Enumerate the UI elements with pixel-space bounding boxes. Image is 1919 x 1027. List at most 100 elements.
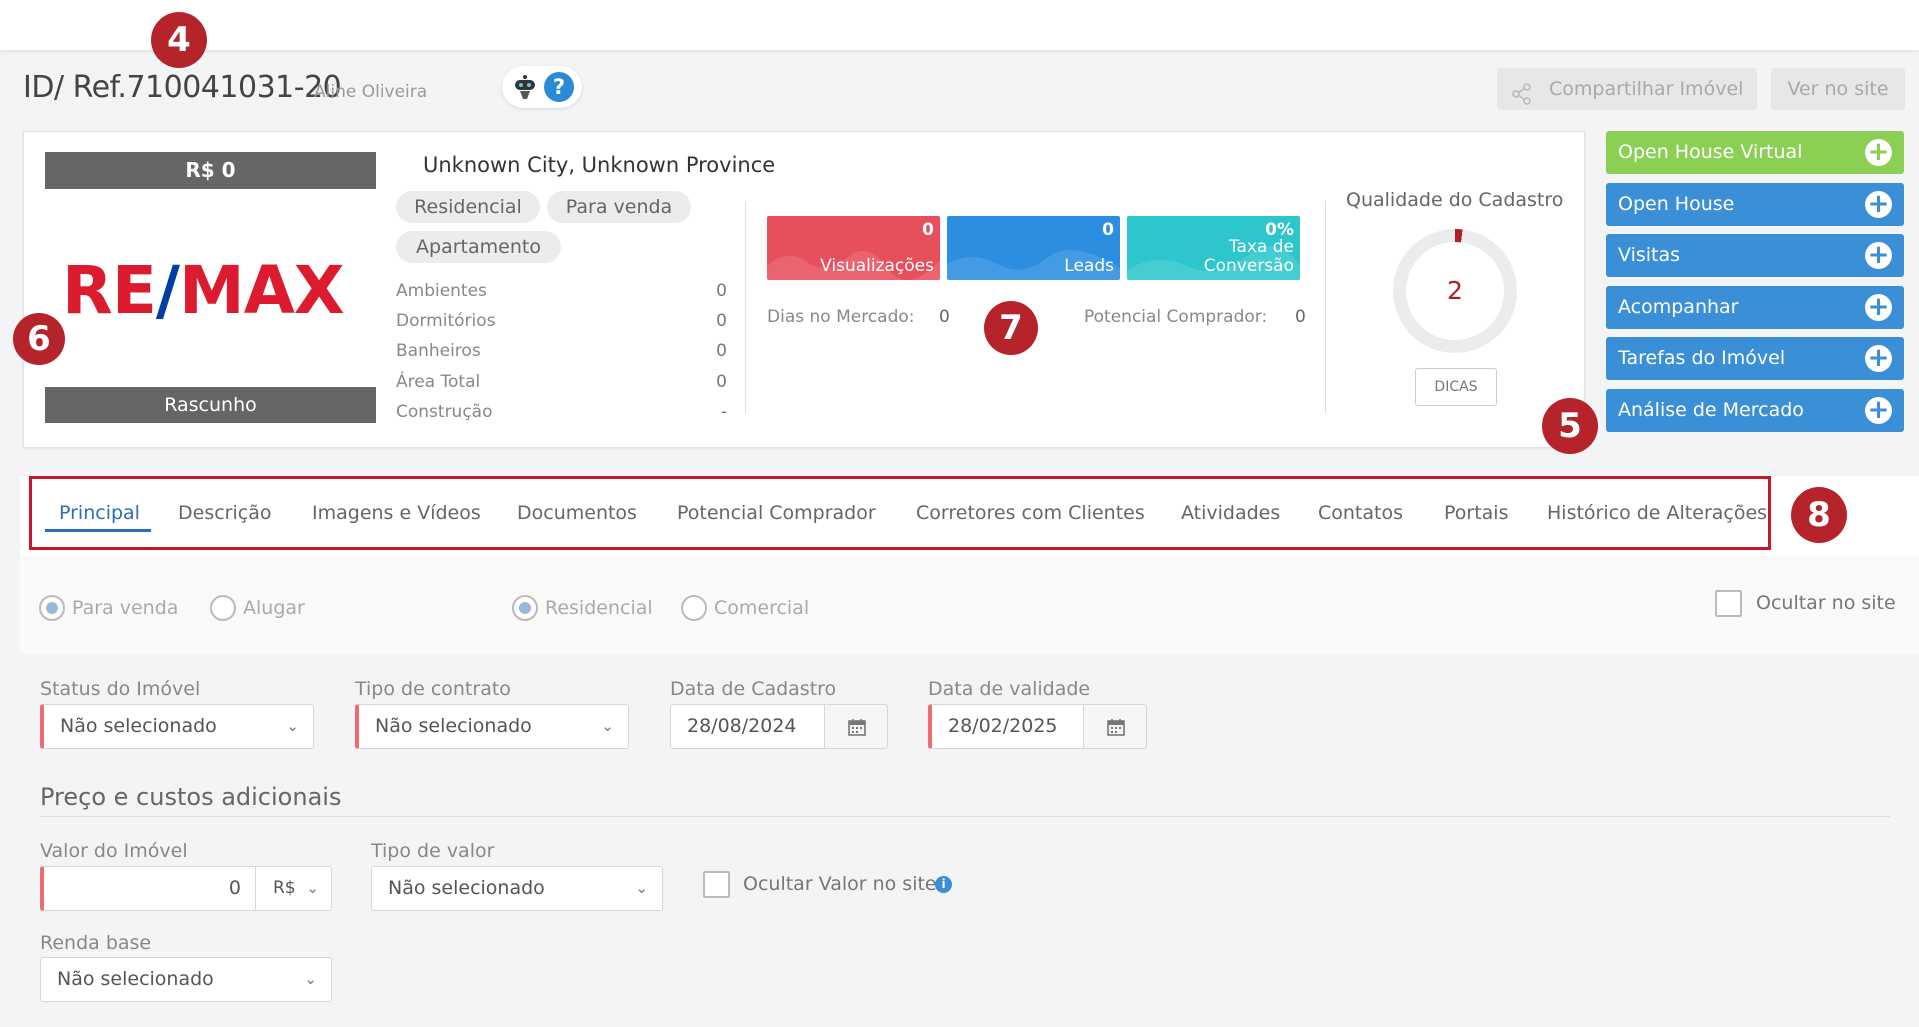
calendar-icon: [848, 719, 866, 736]
share-property-button[interactable]: Compartilhar Imóvel: [1497, 68, 1757, 110]
active-tab-underline: [45, 529, 151, 532]
register-date-label: Data de Cadastro: [670, 678, 837, 700]
follow-button[interactable]: Acompanhar +: [1606, 286, 1904, 329]
market-analysis-label: Análise de Mercado: [1618, 399, 1804, 421]
potential-buyer-value: 0: [1295, 307, 1306, 327]
quality-title: Qualidade do Cadastro: [1346, 189, 1564, 211]
tab-atividades[interactable]: Atividades: [1181, 502, 1280, 524]
detail-value-dormitorios: 0: [716, 311, 727, 331]
open-house-virtual-label: Open House Virtual: [1618, 141, 1803, 163]
value-type-label: Tipo de valor: [371, 840, 495, 862]
stat-views-value: 0: [922, 220, 934, 240]
tab-descricao[interactable]: Descrição: [178, 502, 271, 524]
chevron-down-icon: ⌄: [286, 717, 299, 735]
annotation-badge: 5: [1542, 398, 1598, 454]
share-property-label: Compartilhar Imóvel: [1549, 78, 1744, 100]
contract-type-select-value: Não selecionado: [375, 715, 532, 737]
register-date-input[interactable]: 28/08/2024: [670, 704, 825, 749]
plus-icon: +: [1865, 345, 1892, 372]
tag-residencial: Residencial: [396, 191, 540, 223]
chevron-down-icon: ⌄: [635, 879, 648, 897]
tab-contatos[interactable]: Contatos: [1318, 502, 1403, 524]
calendar-icon: [1107, 719, 1125, 736]
days-on-market-value: 0: [939, 307, 950, 327]
status-select-value: Não selecionado: [60, 715, 217, 737]
tips-button[interactable]: DICAS: [1415, 368, 1497, 406]
robot-icon[interactable]: [512, 74, 538, 102]
annotation-badge: 8: [1791, 487, 1847, 543]
hide-on-site-label: Ocultar no site: [1756, 592, 1896, 614]
annotation-badge: 6: [13, 313, 65, 365]
potential-buyer-label: Potencial Comprador:: [1084, 307, 1268, 327]
radio-alugar[interactable]: [210, 595, 236, 621]
agent-name: Aline Oliveira: [314, 82, 428, 102]
property-value-input[interactable]: 0: [40, 866, 256, 911]
hide-value-checkbox[interactable]: [703, 871, 730, 898]
plus-icon: +: [1865, 294, 1892, 321]
section-divider: [40, 816, 1890, 817]
detail-label-area-total: Área Total: [396, 372, 481, 392]
base-income-select[interactable]: Não selecionado ⌄: [40, 957, 332, 1002]
radio-comercial[interactable]: [681, 595, 707, 621]
status-select[interactable]: Não selecionado ⌄: [40, 704, 314, 749]
stat-leads-value: 0: [1102, 220, 1114, 240]
chevron-down-icon: ⌄: [306, 879, 319, 897]
register-date-calendar-button[interactable]: [824, 704, 888, 749]
visits-button[interactable]: Visitas +: [1606, 234, 1904, 277]
tab-corretores-clientes[interactable]: Corretores com Clientes: [916, 502, 1145, 524]
property-value-label: Valor do Imóvel: [40, 840, 188, 862]
detail-label-construcao: Construção: [396, 402, 493, 422]
plus-icon: +: [1865, 397, 1892, 424]
tab-principal[interactable]: Principal: [59, 502, 140, 524]
share-icon: [1511, 78, 1533, 105]
help-question-icon[interactable]: ?: [544, 72, 574, 102]
stat-leads: 0 Leads: [947, 216, 1120, 280]
value-type-select[interactable]: Não selecionado ⌄: [371, 866, 663, 911]
tab-imagens-videos[interactable]: Imagens e Vídeos: [312, 502, 481, 524]
hide-on-site-checkbox[interactable]: [1715, 590, 1742, 617]
stat-conversion: 0% Taxa de Conversão: [1127, 216, 1300, 280]
validity-date-value: 28/02/2025: [948, 715, 1058, 737]
open-house-virtual-button[interactable]: Open House Virtual +: [1606, 131, 1904, 174]
radio-residencial-label: Residencial: [545, 597, 653, 619]
price-bar: R$ 0: [45, 152, 376, 189]
open-house-button[interactable]: Open House +: [1606, 183, 1904, 226]
status-bar: Rascunho: [45, 387, 376, 423]
detail-value-area-total: 0: [716, 372, 727, 392]
validity-date-calendar-button[interactable]: [1083, 704, 1147, 749]
tab-historico-alteracoes[interactable]: Histórico de Alterações: [1547, 502, 1767, 524]
divider: [745, 201, 746, 413]
radio-para-venda[interactable]: [39, 595, 65, 621]
validity-date-input[interactable]: 28/02/2025: [928, 704, 1084, 749]
detail-label-dormitorios: Dormitórios: [396, 311, 496, 331]
property-tasks-button[interactable]: Tarefas do Imóvel +: [1606, 337, 1904, 380]
price-section-title: Preço e custos adicionais: [40, 783, 342, 811]
detail-value-banheiros: 0: [716, 341, 727, 361]
view-on-site-button[interactable]: Ver no site: [1771, 68, 1905, 110]
register-date-value: 28/08/2024: [687, 715, 797, 737]
market-analysis-button[interactable]: Análise de Mercado +: [1606, 389, 1904, 432]
tag-apartamento: Apartamento: [396, 231, 561, 263]
tab-potencial-comprador[interactable]: Potencial Comprador: [677, 502, 876, 524]
stat-views-label: Visualizações: [820, 256, 934, 276]
plus-icon: +: [1865, 139, 1892, 166]
radio-residencial[interactable]: [512, 595, 538, 621]
logo-slash-text: /: [155, 252, 180, 329]
detail-label-ambientes: Ambientes: [396, 281, 487, 301]
property-ref-title: ID/ Ref.710041031-20: [23, 70, 342, 105]
annotation-badge: 4: [151, 12, 207, 68]
contract-type-label: Tipo de contrato: [355, 678, 511, 700]
contract-type-select[interactable]: Não selecionado ⌄: [355, 704, 629, 749]
tab-portais[interactable]: Portais: [1444, 502, 1509, 524]
info-icon[interactable]: i: [935, 876, 952, 893]
detail-value-construcao: -: [720, 402, 727, 422]
radio-comercial-label: Comercial: [714, 597, 810, 619]
currency-select[interactable]: R$ ⌄: [255, 866, 332, 911]
stat-conversion-label: Taxa de Conversão: [1203, 237, 1294, 276]
property-location: Unknown City, Unknown Province: [423, 153, 776, 177]
days-on-market-label: Dias no Mercado:: [767, 307, 915, 327]
property-tasks-label: Tarefas do Imóvel: [1618, 347, 1786, 369]
tab-documentos[interactable]: Documentos: [517, 502, 637, 524]
detail-label-banheiros: Banheiros: [396, 341, 481, 361]
annotation-badge: 7: [984, 301, 1038, 355]
